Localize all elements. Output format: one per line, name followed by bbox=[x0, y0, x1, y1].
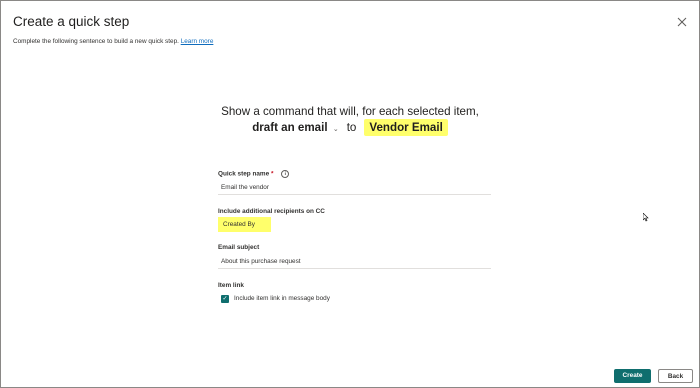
item-link-checkbox[interactable]: ✓ bbox=[221, 295, 229, 303]
create-button[interactable]: Create bbox=[614, 369, 651, 383]
subtitle-text: Complete the following sentence to build… bbox=[13, 38, 179, 45]
cc-label: Include additional recipients on CC bbox=[218, 208, 325, 215]
sentence-connector: to bbox=[346, 121, 357, 134]
back-button[interactable]: Back bbox=[658, 369, 693, 383]
required-marker: * bbox=[270, 170, 274, 178]
dialog-title: Create a quick step bbox=[13, 14, 130, 29]
subject-label: Email subject bbox=[218, 244, 260, 251]
dialog-subtitle: Complete the following sentence to build… bbox=[13, 38, 213, 45]
item-link-label: Item link bbox=[218, 282, 244, 289]
target-column-picker[interactable]: Vendor Email bbox=[364, 119, 448, 136]
action-dropdown[interactable]: draft an email ⌄ bbox=[252, 121, 339, 134]
quick-step-name-input[interactable] bbox=[218, 181, 491, 195]
item-link-checkbox-label[interactable]: Include item link in message body bbox=[234, 295, 330, 302]
mouse-pointer-icon bbox=[643, 213, 649, 222]
cc-recipient-picker[interactable]: Created By bbox=[218, 217, 271, 232]
name-label: Quick step name * i bbox=[218, 170, 290, 178]
name-label-text: Quick step name bbox=[218, 170, 270, 178]
action-label: draft an email bbox=[252, 121, 328, 134]
sentence-builder: draft an email ⌄ to Vendor Email bbox=[0, 119, 700, 136]
learn-more-link[interactable]: Learn more bbox=[181, 38, 214, 45]
chevron-down-icon: ⌄ bbox=[332, 126, 339, 133]
info-icon[interactable]: i bbox=[281, 170, 290, 178]
close-icon[interactable] bbox=[677, 17, 687, 27]
email-subject-input[interactable] bbox=[218, 255, 491, 269]
sentence-intro: Show a command that will, for each selec… bbox=[221, 105, 479, 118]
